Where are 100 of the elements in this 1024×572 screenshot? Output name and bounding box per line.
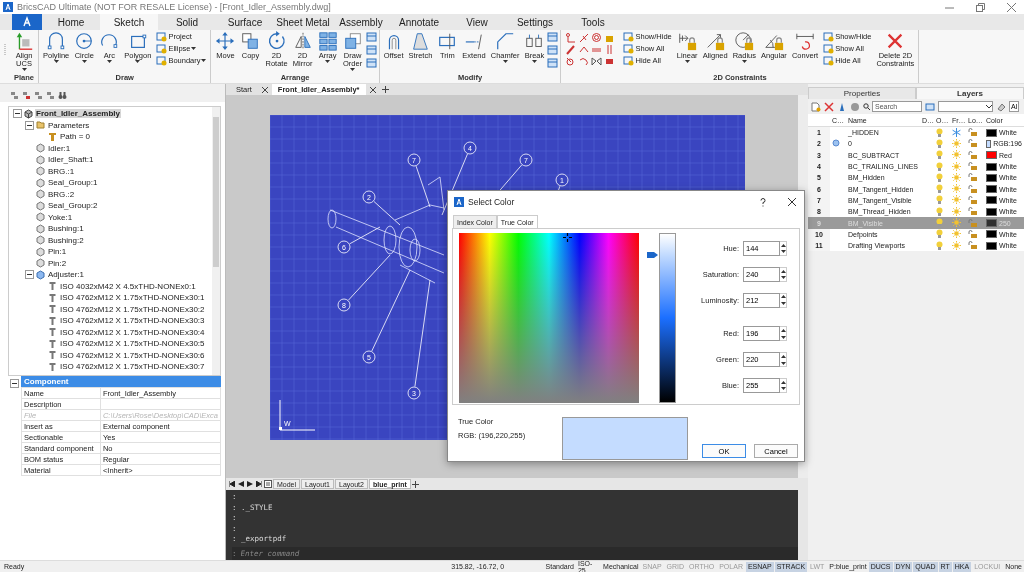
- restore-icon[interactable]: [976, 2, 985, 12]
- tree-item[interactable]: Front_Idler_Assembly: [35, 109, 122, 119]
- bulb-icon[interactable]: [936, 150, 943, 160]
- bulb-icon[interactable]: [936, 240, 943, 250]
- window-icon[interactable]: [547, 45, 559, 56]
- bulb-icon[interactable]: [936, 184, 943, 194]
- spin-up-icon[interactable]: [780, 295, 786, 299]
- ribbon-tab[interactable]: Solid: [158, 14, 216, 30]
- tree-view-icon[interactable]: [10, 91, 19, 100]
- spin-up-icon[interactable]: [780, 355, 786, 359]
- padlock-icon[interactable]: [968, 173, 977, 182]
- constraint-icon[interactable]: [565, 32, 577, 43]
- last-icon[interactable]: [256, 481, 262, 487]
- spin-down-icon[interactable]: [780, 335, 786, 339]
- new-layer-icon[interactable]: [811, 101, 821, 112]
- constraint-icon[interactable]: [565, 44, 577, 55]
- ribbon-tab[interactable]: Assembly: [332, 14, 390, 30]
- padlock-icon[interactable]: [968, 162, 977, 171]
- color-swatch[interactable]: [986, 219, 997, 227]
- color-swatch[interactable]: [986, 207, 997, 216]
- tree-item[interactable]: ISO 4762xM12 X 1.75xTHD-NONEx30:4: [59, 327, 206, 337]
- constraint-icon[interactable]: [565, 56, 577, 67]
- ribbon-tab[interactable]: Sheet Metal: [274, 14, 332, 30]
- bulb-icon[interactable]: [936, 138, 943, 148]
- constraint-icon[interactable]: [591, 56, 603, 67]
- color-swatch[interactable]: [986, 128, 997, 137]
- collapse-toggle[interactable]: [25, 120, 34, 130]
- help-icon[interactable]: [760, 197, 766, 207]
- tree-item[interactable]: Bushing:2: [47, 235, 85, 245]
- window-icon[interactable]: [547, 32, 559, 43]
- spin-down-icon[interactable]: [780, 387, 786, 391]
- color-swatch[interactable]: [986, 230, 997, 239]
- tree-item[interactable]: ISO 4762xM12 X 1.75xTHD-NONEx30:7: [59, 362, 206, 372]
- color-swatch[interactable]: [986, 151, 997, 160]
- window-icon[interactable]: [365, 58, 377, 69]
- bulb-icon[interactable]: [936, 195, 943, 205]
- padlock-icon[interactable]: [968, 184, 977, 193]
- window-icon[interactable]: [365, 45, 377, 56]
- previous-icon[interactable]: [238, 481, 244, 487]
- tree-item[interactable]: Idler:1: [47, 143, 72, 153]
- bulb-icon[interactable]: [936, 161, 943, 171]
- tree-item[interactable]: Yoke:1: [47, 212, 74, 222]
- ribbon-tab[interactable]: View: [448, 14, 506, 30]
- tree-item[interactable]: ISO 4762xM12 X 1.75xTHD-NONEx30:3: [59, 316, 206, 326]
- panel-tab[interactable]: Properties: [808, 87, 916, 99]
- tree-item[interactable]: Seal_Group:2: [47, 201, 99, 211]
- tree-item[interactable]: BRG.:1: [47, 166, 76, 176]
- first-icon[interactable]: [229, 481, 235, 487]
- constraint-icon[interactable]: [591, 32, 603, 43]
- tree-item[interactable]: ISO 4762xM12 X 1.75xTHD-NONEx30:2: [59, 304, 206, 314]
- padlock-icon[interactable]: [968, 229, 977, 238]
- padlock-icon[interactable]: [968, 150, 977, 159]
- tree-item[interactable]: Path = 0: [59, 132, 92, 142]
- close-icon[interactable]: [1007, 2, 1016, 12]
- spin-up-icon[interactable]: [780, 380, 786, 384]
- tree-item[interactable]: ISO 4762xM12 X 1.75xTHD-NONEx30:1: [59, 293, 206, 303]
- spin-down-icon[interactable]: [780, 301, 786, 305]
- color-swatch[interactable]: [986, 185, 997, 194]
- new-tab-button[interactable]: [379, 84, 391, 95]
- collapse-toggle[interactable]: [13, 109, 22, 119]
- bulb-icon[interactable]: [936, 229, 943, 239]
- tree-item[interactable]: Adjuster:1: [47, 270, 86, 280]
- plus-icon[interactable]: [411, 480, 419, 488]
- ribbon-tab[interactable]: Home: [42, 14, 100, 30]
- padlock-icon[interactable]: [968, 241, 977, 250]
- ribbon-tab[interactable]: Tools: [564, 14, 622, 30]
- panel-tab[interactable]: Layers: [916, 87, 1024, 99]
- luminance-bar[interactable]: [659, 233, 676, 403]
- close-tab-button[interactable]: [259, 84, 270, 95]
- color-swatch[interactable]: [986, 241, 997, 250]
- layout-list-icon[interactable]: [264, 480, 272, 488]
- window-icon[interactable]: [365, 32, 377, 43]
- tree-item[interactable]: Bushing:1: [47, 224, 85, 234]
- close-tab-button[interactable]: [367, 84, 378, 95]
- scrollbar[interactable]: [212, 107, 220, 375]
- constraint-icon[interactable]: [604, 56, 616, 67]
- layer-filter-icon[interactable]: [925, 101, 935, 112]
- snowflake-icon[interactable]: [952, 127, 961, 137]
- filter-dropdown[interactable]: [938, 101, 993, 112]
- collapse-toggle[interactable]: [10, 379, 19, 388]
- sort-icon[interactable]: [34, 91, 43, 100]
- tree-item[interactable]: ISO 4762xM12 X 1.75xTHD-NONEx30:5: [59, 339, 206, 349]
- spin-down-icon[interactable]: [780, 250, 786, 254]
- padlock-icon[interactable]: [968, 139, 977, 148]
- color-spectrum[interactable]: [459, 233, 639, 403]
- color-swatch[interactable]: [986, 162, 997, 171]
- ribbon-tab[interactable]: Settings: [506, 14, 564, 30]
- spin-down-icon[interactable]: [780, 361, 786, 365]
- cube-icon[interactable]: [46, 91, 55, 100]
- tree-item[interactable]: ISO 4762xM12 X 1.75xTHD-NONEx30:6: [59, 350, 206, 360]
- ribbon-tab[interactable]: Sketch: [100, 14, 158, 30]
- delete-icon[interactable]: [824, 101, 834, 112]
- tree-item[interactable]: Parameters: [47, 120, 91, 130]
- ribbon-tab[interactable]: Surface: [216, 14, 274, 30]
- slider-arrow[interactable]: [647, 251, 659, 260]
- spin-up-icon[interactable]: [780, 243, 786, 247]
- constraint-icon[interactable]: [578, 44, 590, 55]
- padlock-icon[interactable]: [968, 207, 977, 216]
- tree-item[interactable]: ISO 4032xM42 X 4.5xTHD-NONEx0:1: [59, 281, 197, 291]
- next-icon[interactable]: [247, 481, 253, 487]
